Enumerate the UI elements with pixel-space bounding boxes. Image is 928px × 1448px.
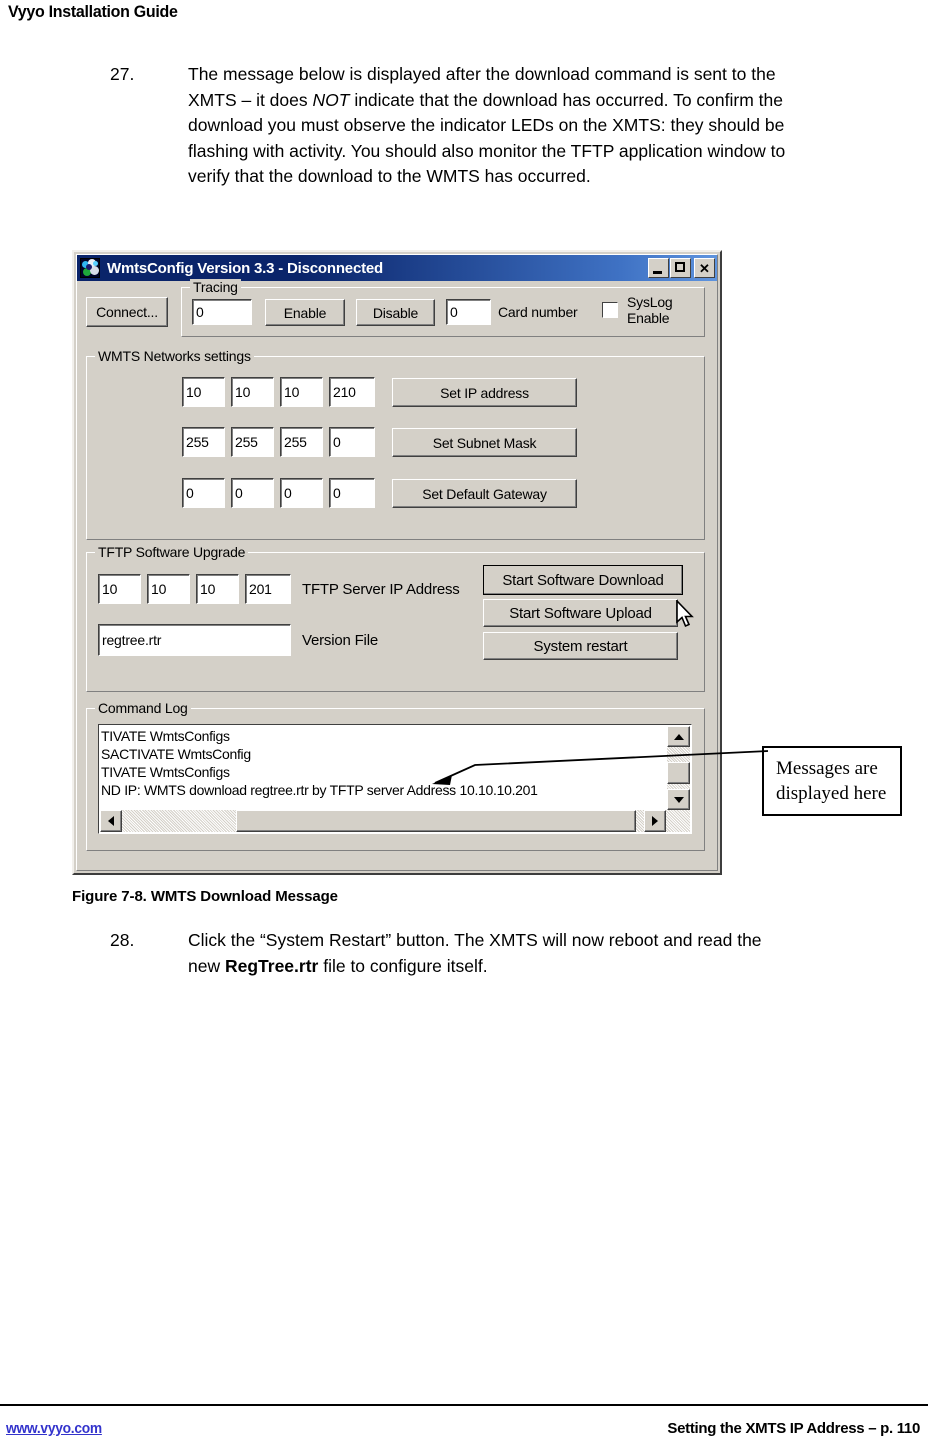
- mask-octet-4[interactable]: 0: [329, 427, 375, 457]
- set-ip-address-button[interactable]: Set IP address: [392, 378, 577, 407]
- window-titlebar[interactable]: WmtsConfig Version 3.3 - Disconnected ✕: [77, 255, 717, 281]
- gateway-octet-4[interactable]: 0: [329, 478, 375, 508]
- ip-octet-3[interactable]: 10: [280, 377, 323, 407]
- connect-button[interactable]: Connect...: [86, 297, 168, 327]
- minimize-icon: [653, 271, 662, 274]
- footer-website-link[interactable]: www.vyyo.com: [6, 1420, 102, 1437]
- app-icon: [80, 258, 100, 278]
- version-file-label: Version File: [302, 632, 378, 649]
- set-subnet-mask-button[interactable]: Set Subnet Mask: [392, 428, 577, 457]
- log-scroll-right-button[interactable]: [644, 810, 666, 832]
- ip-octet-2[interactable]: 10: [231, 377, 274, 407]
- syslog-enable-checkbox[interactable]: [602, 302, 618, 318]
- start-software-download-button[interactable]: Start Software Download: [483, 565, 683, 595]
- card-number-label: Card number: [498, 304, 578, 320]
- step-28-text: Click the “System Restart” button. The X…: [188, 928, 788, 979]
- card-number-input[interactable]: 0: [446, 299, 491, 325]
- set-default-gateway-button[interactable]: Set Default Gateway: [392, 479, 577, 508]
- log-hscroll-thumb[interactable]: [236, 810, 636, 832]
- syslog-enable-label-line1: SysLog: [627, 294, 673, 310]
- mask-octet-1[interactable]: 255: [182, 427, 225, 457]
- start-software-upload-button[interactable]: Start Software Upload: [483, 599, 678, 627]
- system-restart-button[interactable]: System restart: [483, 632, 678, 660]
- log-scroll-up-button[interactable]: [667, 726, 690, 747]
- log-scroll-down-button[interactable]: [667, 789, 690, 810]
- tftp-server-octet-4[interactable]: 201: [245, 574, 291, 604]
- step-28-emphasis: RegTree.rtr: [224, 955, 319, 976]
- tftp-server-label: TFTP Server IP Address: [302, 581, 460, 598]
- command-log-lines: TIVATE WmtsConfigs SACTIVATE WmtsConfig …: [101, 727, 538, 799]
- chevron-left-icon: [108, 816, 114, 826]
- trace-level-input[interactable]: 0: [192, 299, 252, 325]
- command-log-title: Command Log: [95, 700, 191, 716]
- close-icon: ✕: [699, 260, 710, 276]
- step-27-text: The message below is displayed after the…: [188, 62, 788, 190]
- chevron-right-icon: [652, 816, 658, 826]
- maximize-icon: [675, 262, 685, 272]
- gateway-octet-3[interactable]: 0: [280, 478, 323, 508]
- log-scroll-left-button[interactable]: [100, 810, 122, 832]
- step-28-number: 28.: [110, 930, 135, 950]
- mask-octet-2[interactable]: 255: [231, 427, 274, 457]
- trace-disable-button[interactable]: Disable: [356, 299, 435, 326]
- ip-octet-1[interactable]: 10: [182, 377, 225, 407]
- window-title: WmtsConfig Version 3.3 - Disconnected: [107, 259, 383, 277]
- minimize-button[interactable]: [648, 258, 669, 278]
- log-line: TIVATE WmtsConfigs: [101, 728, 230, 744]
- log-vscroll-thumb[interactable]: [667, 762, 690, 784]
- log-line: TIVATE WmtsConfigs: [101, 764, 230, 780]
- step-28-text-part2: file to configure itself.: [318, 955, 488, 976]
- callout-box: Messages are displayed here: [762, 746, 902, 816]
- chevron-down-icon: [673, 796, 684, 803]
- tftp-server-octet-1[interactable]: 10: [98, 574, 141, 604]
- syslog-enable-label-line2: Enable: [627, 310, 670, 326]
- tftp-server-octet-2[interactable]: 10: [147, 574, 190, 604]
- tftp-upgrade-title: TFTP Software Upgrade: [95, 544, 249, 560]
- version-file-input[interactable]: regtree.rtr: [98, 624, 291, 656]
- mask-octet-3[interactable]: 255: [280, 427, 323, 457]
- step-27: 27. The message below is displayed after…: [110, 62, 800, 190]
- callout-line-1: Messages are: [776, 758, 878, 779]
- tracing-group-title: Tracing: [190, 279, 241, 295]
- ip-octet-4[interactable]: 210: [329, 377, 375, 407]
- step-28: 28. Click the “System Restart” button. T…: [110, 928, 800, 979]
- step-27-emphasis: NOT: [312, 89, 350, 110]
- chevron-up-icon: [673, 733, 684, 740]
- maximize-button[interactable]: [670, 258, 691, 278]
- step-27-number: 27.: [110, 64, 135, 84]
- close-button[interactable]: ✕: [694, 258, 715, 278]
- log-line: ND IP: WMTS download regtree.rtr by TFTP…: [101, 782, 538, 798]
- footer-divider: [0, 1404, 928, 1406]
- tftp-server-octet-3[interactable]: 10: [196, 574, 239, 604]
- wmtsconfig-window[interactable]: WmtsConfig Version 3.3 - Disconnected ✕ …: [72, 250, 722, 875]
- figure-caption: Figure 7-8. WMTS Download Message: [72, 888, 338, 905]
- page-title: Vyyo Installation Guide: [8, 2, 178, 21]
- gateway-octet-1[interactable]: 0: [182, 478, 225, 508]
- callout-line-2: displayed here: [776, 783, 887, 804]
- log-line: SACTIVATE WmtsConfig: [101, 746, 251, 762]
- footer-page-info: Setting the XMTS IP Address – p. 110: [667, 1420, 920, 1437]
- trace-enable-button[interactable]: Enable: [265, 299, 345, 326]
- gateway-octet-2[interactable]: 0: [231, 478, 274, 508]
- networks-settings-title: WMTS Networks settings: [95, 348, 254, 364]
